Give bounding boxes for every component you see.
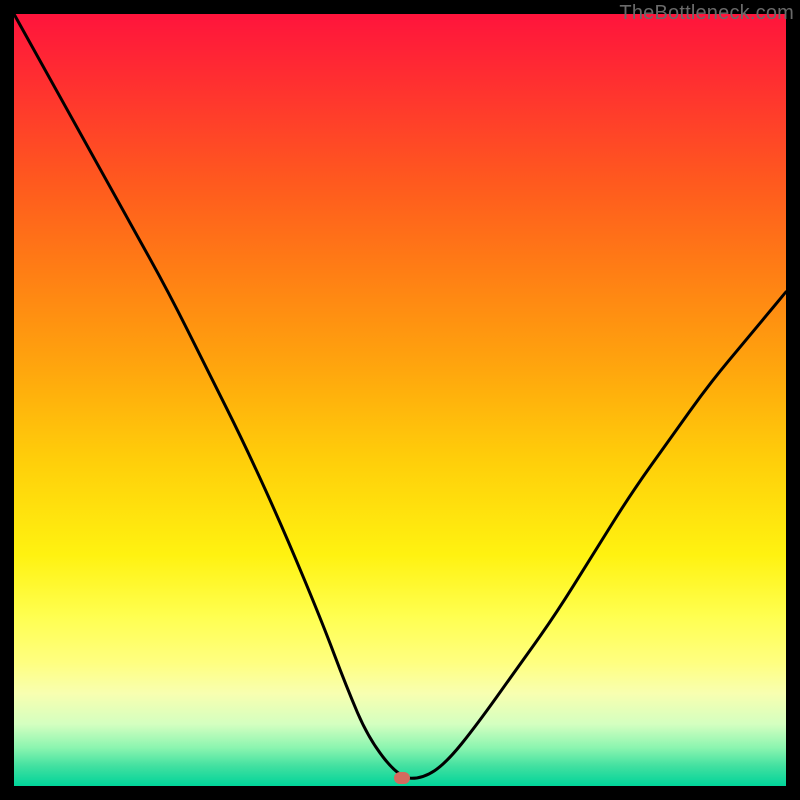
watermark-text: TheBottleneck.com: [619, 2, 794, 25]
minimum-marker: [394, 772, 410, 784]
chart-frame: [14, 14, 786, 786]
plot-area: [14, 14, 786, 786]
bottleneck-curve: [14, 14, 786, 786]
